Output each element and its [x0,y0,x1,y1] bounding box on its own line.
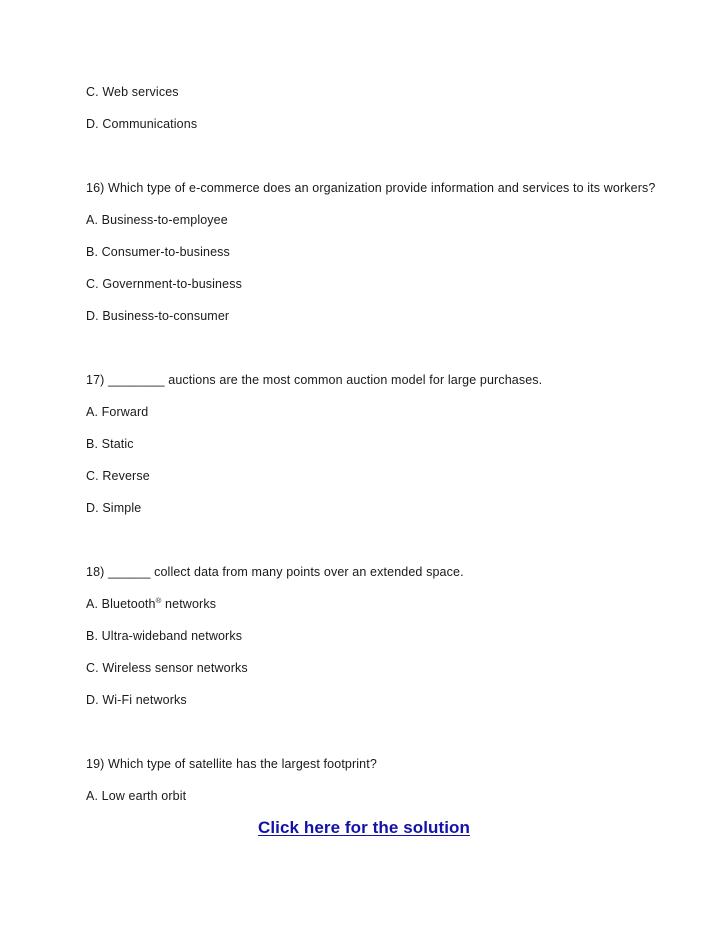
question-block-18: 18) ______ collect data from many points… [86,564,668,708]
option-item-17-b: B. Static [86,437,134,451]
question-block-17: 17) ________ auctions are the most commo… [86,372,668,516]
option-item-17-d: D. Simple [86,501,142,515]
question-block-19: 19) Which type of satellite has the larg… [86,756,668,804]
option-item-16-a: A. Business-to-employee [86,213,228,227]
solution-link-container: Click here for the solution [0,818,728,838]
option-item-18-a: A. Bluetooth® networks [86,596,668,612]
option-18-a-suffix: networks [161,597,217,611]
question-text-17: 17) ________ auctions are the most commo… [86,373,543,387]
option-item-18-d: D. Wi-Fi networks [86,693,187,707]
document-page: C. Web services D. Communications 16) Wh… [0,0,728,943]
option-item: D. Communications [86,117,198,131]
question-text-18: 18) ______ collect data from many points… [86,565,464,579]
option-18-a-prefix: A. Bluetooth [86,597,156,611]
option-item-17-c: C. Reverse [86,469,150,483]
question-text-19: 19) Which type of satellite has the larg… [86,757,377,771]
option-item-18-b: B. Ultra-wideband networks [86,629,243,643]
option-item-16-c: C. Government-to-business [86,277,242,291]
option-item-17-a: A. Forward [86,405,149,419]
option-item: C. Web services [86,85,179,99]
option-item-16-d: D. Business-to-consumer [86,309,230,323]
option-item-18-c: C. Wireless sensor networks [86,661,248,675]
carryover-options-group: C. Web services D. Communications [86,84,668,132]
click-here-for-the-solution-link[interactable]: Click here for the solution [258,818,470,838]
option-item-16-b: B. Consumer-to-business [86,245,230,259]
question-text-16: 16) Which type of e-commerce does an org… [86,181,656,195]
option-item-19-a: A. Low earth orbit [86,789,187,803]
question-block-16: 16) Which type of e-commerce does an org… [86,180,668,324]
